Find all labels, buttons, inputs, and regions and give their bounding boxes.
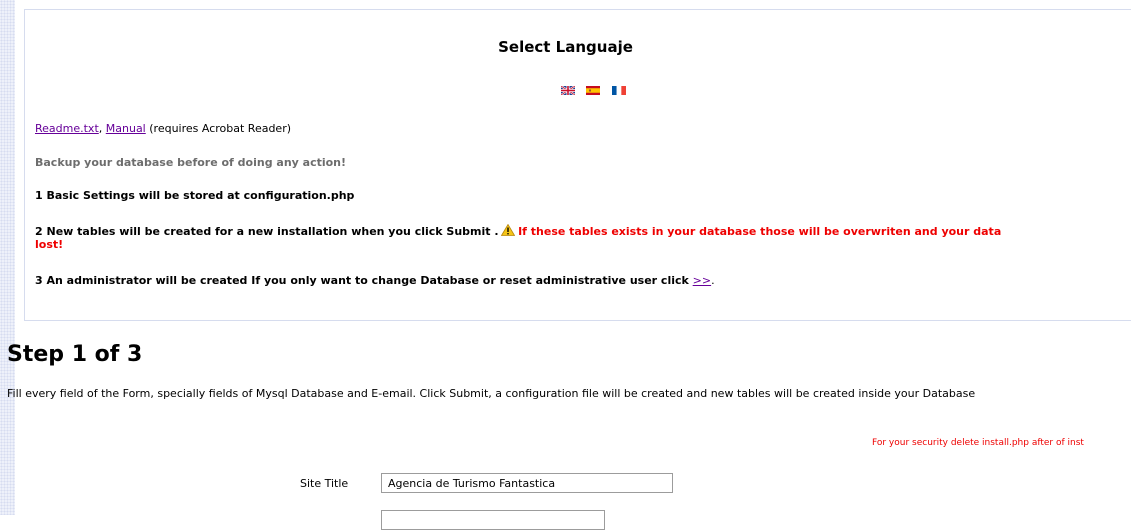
reset-admin-link[interactable]: >>	[693, 274, 711, 287]
docs-links-row: Readme.txt, Manual (requires Acrobat Rea…	[35, 122, 291, 135]
manual-link[interactable]: Manual	[106, 122, 146, 135]
readme-link[interactable]: Readme.txt	[35, 122, 99, 135]
step3-end: .	[711, 274, 715, 287]
step1-notice: 1 Basic Settings will be stored at confi…	[35, 189, 355, 202]
next-field-input[interactable]	[381, 510, 605, 530]
step2-warning-end: lost!	[35, 238, 64, 251]
warning-icon	[500, 224, 515, 236]
step-title: Step 1 of 3	[7, 342, 143, 367]
step2-text: 2 New tables will be created for a new i…	[35, 225, 499, 238]
step3-text: 3 An administrator will be created If yo…	[35, 274, 693, 287]
language-title: Select Languaje	[498, 38, 633, 56]
site-title-label: Site Title	[300, 477, 349, 490]
page-side-strip	[0, 0, 15, 515]
uk-flag-icon[interactable]	[561, 86, 575, 95]
step-description: Fill every field of the Form, specially …	[7, 387, 976, 400]
backup-notice: Backup your database before of doing any…	[35, 156, 347, 169]
links-separator: ,	[98, 122, 106, 135]
step2-warning: If these tables exists in your database …	[518, 225, 1002, 238]
manual-note: (requires Acrobat Reader)	[145, 122, 292, 135]
step3-notice: 3 An administrator will be created If yo…	[35, 274, 715, 287]
site-title-input[interactable]	[381, 473, 673, 493]
step2-notice: 2 New tables will be created for a new i…	[35, 224, 1001, 238]
spain-flag-icon[interactable]	[586, 86, 600, 95]
france-flag-icon[interactable]	[612, 86, 626, 95]
security-note: For your security delete install.php aft…	[872, 438, 1084, 448]
